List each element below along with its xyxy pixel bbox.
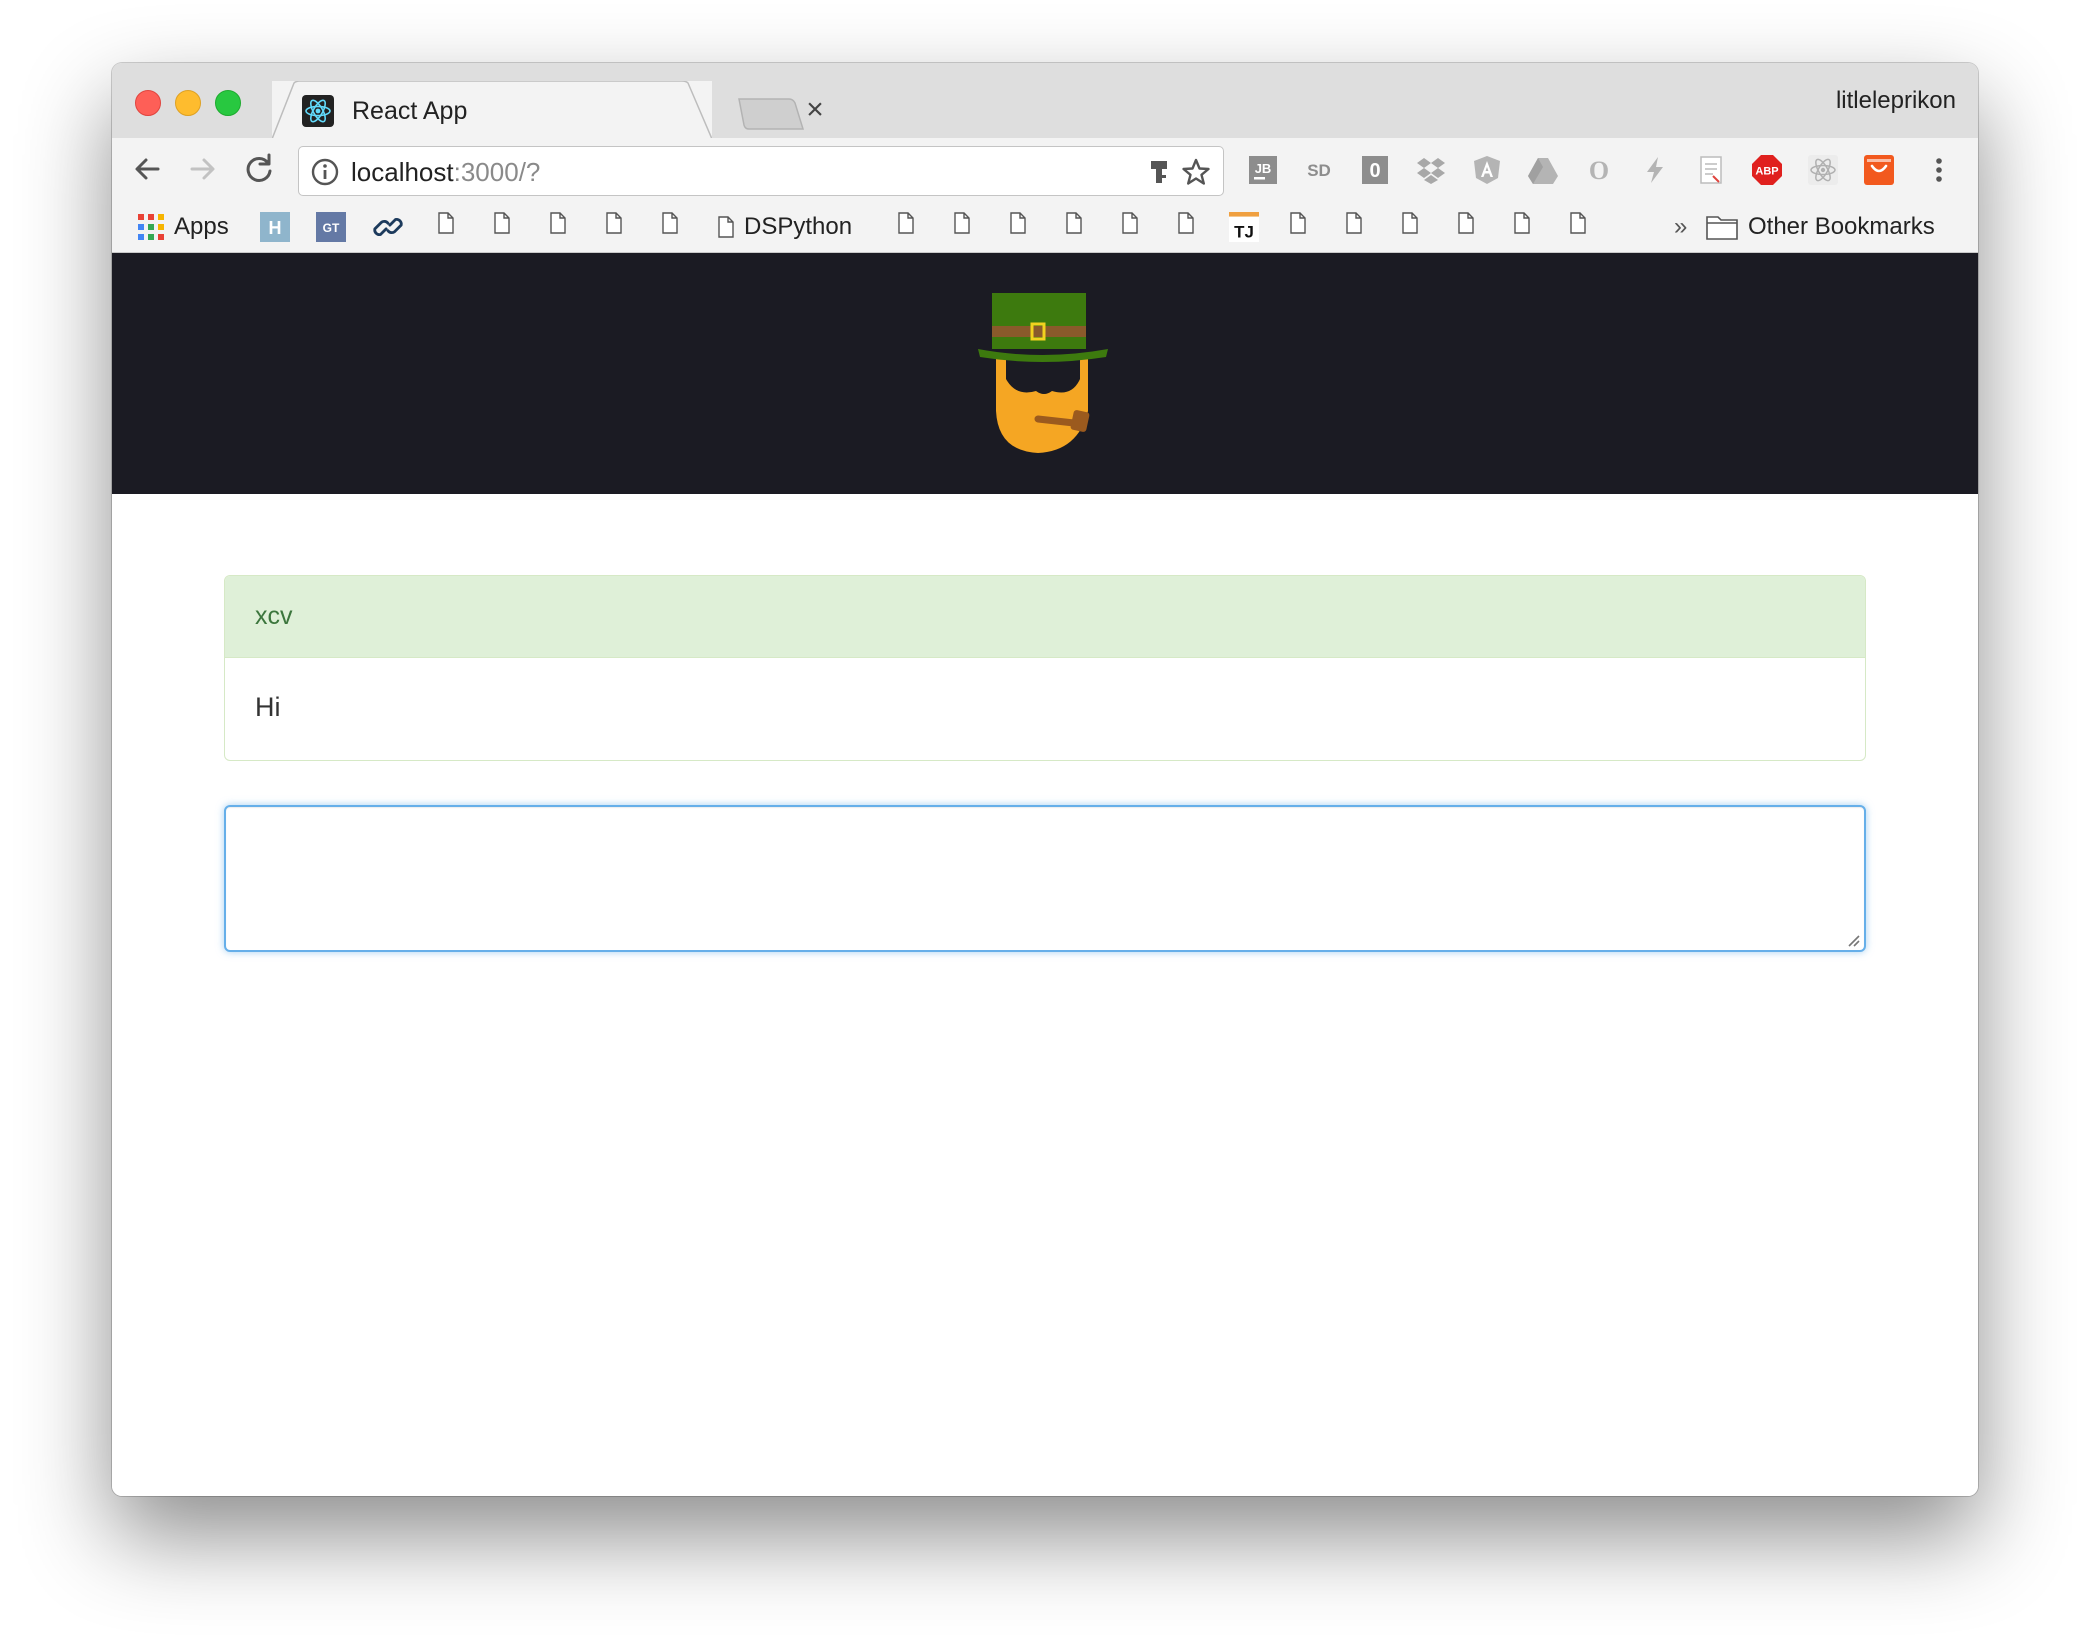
url-path: :3000/? (453, 157, 541, 187)
url-text: localhost:3000/? (351, 157, 540, 187)
other-bookmarks-label: Other Bookmarks (1748, 213, 1935, 240)
sd-icon-label: SD (1307, 161, 1331, 180)
message-panel: xcv Hi (224, 575, 1866, 761)
bookmark-apps-label: Apps (174, 213, 229, 240)
dropbox-icon[interactable] (1415, 154, 1447, 186)
page-content: xcv Hi (112, 253, 1978, 1496)
leprechaun-logo-icon (978, 293, 1108, 453)
apps-grid-icon (138, 214, 164, 240)
bookmark-dspython[interactable]: DSPython (718, 212, 852, 242)
bookmark-h-icon[interactable]: H (260, 212, 290, 242)
react-devtools-icon[interactable] (1807, 154, 1839, 186)
bookmark-gt-label: GT (323, 221, 340, 235)
app-header (112, 253, 1978, 494)
abp-icon[interactable]: ABP (1751, 154, 1783, 186)
message-author: xcv (255, 602, 293, 630)
key-icon[interactable] (1149, 159, 1169, 187)
zero-icon[interactable]: 0 (1359, 154, 1391, 186)
angular-icon[interactable] (1471, 154, 1503, 186)
jetbrains-icon[interactable]: JB (1247, 154, 1279, 186)
bookmark-tj-icon[interactable]: TJ (1228, 212, 1260, 242)
bookmark-page-icon[interactable] (954, 212, 970, 234)
bookmark-page-icon[interactable] (662, 212, 678, 234)
bookmark-page-icon[interactable] (1514, 212, 1530, 234)
zero-icon-label: 0 (1369, 160, 1380, 182)
jb-icon-label: JB (1255, 161, 1272, 176)
abp-icon-label: ABP (1755, 166, 1778, 178)
bookmark-page-icon[interactable] (1346, 212, 1362, 234)
bookmark-gt-icon[interactable]: GT (316, 212, 346, 242)
bookmark-star-icon[interactable] (1181, 157, 1211, 187)
opera-icon[interactable]: O (1583, 154, 1615, 186)
back-arrow-icon[interactable] (130, 152, 164, 186)
browser-window: React App × litleleprikon localhost:3000… (112, 63, 1978, 1496)
sd-icon[interactable]: SD (1303, 154, 1335, 186)
browser-toolbar: localhost:3000/? JB SD 0 O ABP (112, 138, 1978, 200)
bookmark-page-icon[interactable] (1458, 212, 1474, 234)
title-bar: React App × litleleprikon (112, 63, 1978, 139)
bookmarks-bar: Apps H GT DSPython TJ » Other Bookmarks (112, 200, 1978, 253)
bookmark-page-icon[interactable] (898, 212, 914, 234)
aliexpress-icon[interactable] (1863, 154, 1895, 186)
bookmark-other-bookmarks[interactable]: Other Bookmarks (1706, 212, 1935, 242)
resize-grip-icon[interactable] (1846, 933, 1860, 947)
new-tab-button[interactable] (737, 97, 805, 131)
bookmark-page-icon[interactable] (1290, 212, 1306, 234)
menu-kebab-icon[interactable] (1923, 154, 1955, 186)
bookmarks-overflow-chevron[interactable]: » (1674, 212, 1687, 242)
opera-icon-label: O (1589, 156, 1609, 185)
document-icon[interactable] (1695, 154, 1727, 186)
bookmark-page-icon[interactable] (1402, 212, 1418, 234)
zoom-window-button[interactable] (215, 90, 241, 116)
minimize-window-button[interactable] (175, 90, 201, 116)
message-body: Hi (255, 692, 281, 722)
bookmark-page-icon[interactable] (1122, 212, 1138, 234)
page-icon (718, 216, 734, 238)
bookmark-page-icon[interactable] (1010, 212, 1026, 234)
bookmark-page-icon[interactable] (1570, 212, 1586, 234)
message-textarea[interactable] (224, 805, 1866, 952)
bookmark-tj-label: TJ (1234, 222, 1254, 241)
bookmark-page-icon[interactable] (494, 212, 510, 234)
bookmark-page-icon[interactable] (1178, 212, 1194, 234)
message-panel-heading: xcv (225, 576, 1865, 658)
bookmark-link-icon[interactable] (372, 212, 404, 242)
reload-icon[interactable] (242, 152, 276, 186)
bookmark-apps[interactable]: Apps (138, 212, 229, 242)
info-icon[interactable] (311, 158, 339, 186)
bookmark-page-icon[interactable] (1066, 212, 1082, 234)
drive-icon[interactable] (1527, 154, 1559, 186)
bookmark-page-icon[interactable] (606, 212, 622, 234)
profile-name[interactable]: litleleprikon (1836, 87, 1956, 115)
bookmark-page-icon[interactable] (438, 212, 454, 234)
url-host: localhost (351, 157, 454, 187)
bolt-icon[interactable] (1639, 154, 1671, 186)
tab-close-icon[interactable]: × (802, 95, 828, 125)
address-bar[interactable]: localhost:3000/? (298, 146, 1224, 196)
forward-arrow-icon[interactable] (186, 152, 220, 186)
bookmark-page-icon[interactable] (550, 212, 566, 234)
tab-react-app[interactable]: React App × (272, 81, 824, 139)
bookmark-h-label: H (269, 218, 282, 238)
bookmark-dspython-label: DSPython (744, 213, 853, 240)
close-window-button[interactable] (135, 90, 161, 116)
folder-icon (1706, 216, 1738, 240)
react-favicon-icon (302, 95, 334, 127)
tab-title: React App (352, 97, 468, 125)
